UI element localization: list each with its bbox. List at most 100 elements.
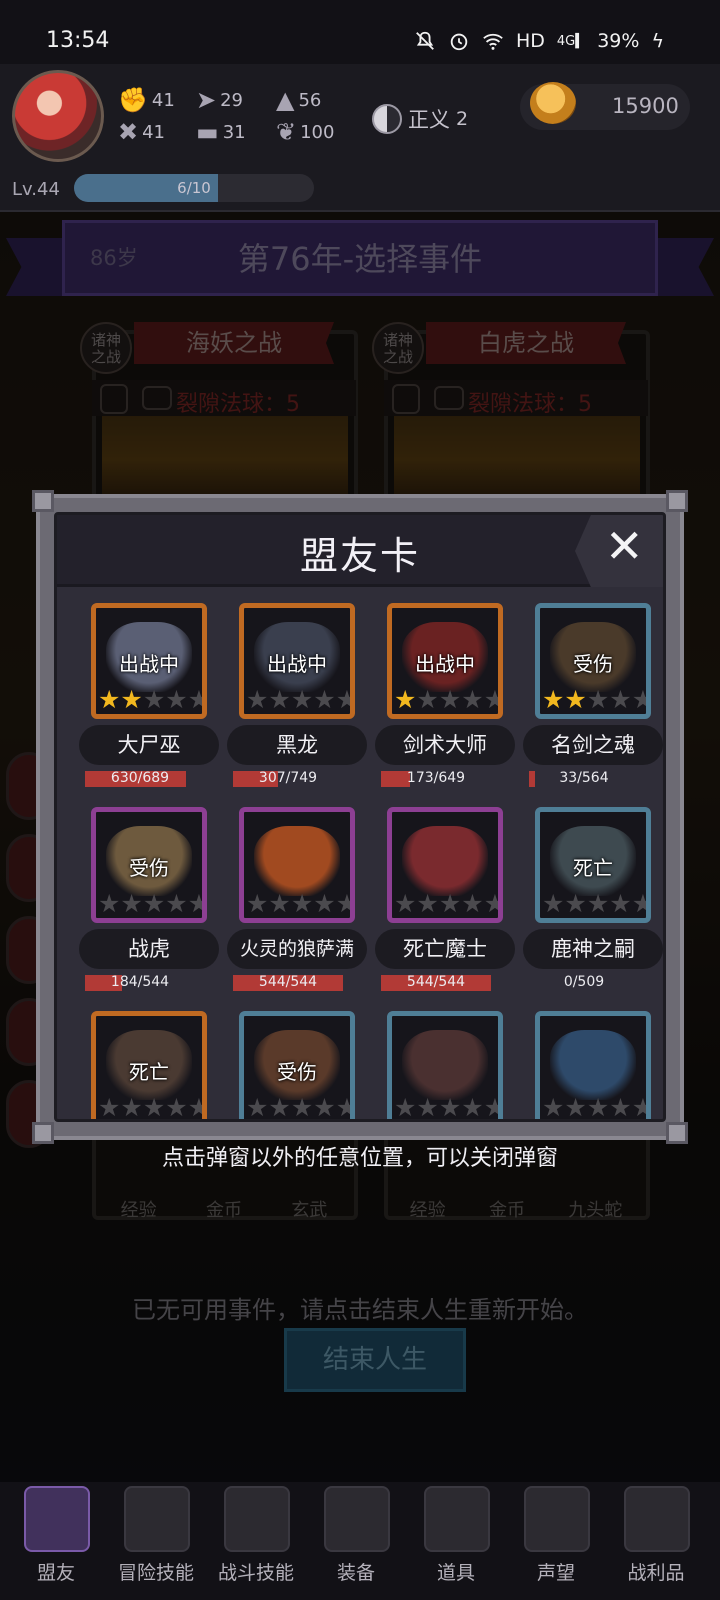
ally-card-modal: 盟友卡 ✕ 出战中★★★★★大尸巫630/689出战中★★★★★黑龙307/74…: [32, 490, 688, 1144]
ally-stars: ★★★★★: [246, 685, 350, 714]
star-icon: ★: [188, 891, 202, 916]
star-icon: ★: [313, 685, 336, 714]
status-bar: 13:54 HD 4G▍ 39% ϟ: [0, 0, 720, 64]
ally-name: 火灵的狼萨满: [227, 929, 367, 969]
ally-stars: ★★★★★: [98, 1093, 202, 1122]
boot-icon: ➤: [196, 86, 217, 114]
tab-equipment[interactable]: 装备: [308, 1482, 404, 1600]
ally-card[interactable]: 死亡★★★★★鹿神之嗣0/509: [523, 807, 663, 1003]
ally-stars: ★★★★★: [246, 891, 350, 916]
star-icon: ★: [586, 1093, 610, 1122]
modal-panel: 盟友卡 ✕ 出战中★★★★★大尸巫630/689出战中★★★★★黑龙307/74…: [54, 512, 666, 1122]
ally-card[interactable]: 受伤★★★★★名剑之魂33/564: [523, 603, 663, 799]
tab-loot[interactable]: 战利品: [608, 1482, 704, 1600]
tab-reputation[interactable]: 声望: [508, 1482, 604, 1600]
ally-portrait: 受伤★★★★★: [91, 807, 207, 923]
ally-card[interactable]: 受伤★★★★★战虎184/544: [79, 807, 219, 1003]
player-level: Lv.44: [12, 179, 60, 200]
star-icon: ★: [246, 1093, 269, 1122]
status-icons: HD 4G▍ 39% ϟ: [414, 30, 664, 52]
ally-portrait: 受伤 ★★★★★: [239, 1011, 355, 1122]
modal-title: 盟友卡: [299, 534, 420, 578]
book-icon: ▬: [196, 118, 219, 146]
star-icon: ★: [416, 1093, 439, 1122]
stat-magic: ▲ 56: [276, 86, 322, 114]
star-icon: ★: [268, 1093, 291, 1122]
star-icon: ★: [120, 889, 143, 918]
ally-stars: ★★★★★: [246, 1093, 350, 1122]
ally-card[interactable]: 受伤 ★★★★★: [227, 1011, 367, 1122]
star-icon: ★: [188, 687, 202, 712]
signal-indicator: 4G▍: [556, 33, 586, 49]
ally-card[interactable]: ★★★★★: [375, 1011, 515, 1122]
tab-adventure-skills[interactable]: 冒险技能: [108, 1482, 204, 1600]
ally-portrait: ★★★★★: [387, 1011, 503, 1122]
ally-status-tag: 出战中: [119, 652, 179, 676]
ally-stars: ★★★★★: [542, 1093, 646, 1122]
star-icon: ★: [165, 1093, 188, 1122]
modal-header: 盟友卡 ✕: [57, 515, 663, 587]
star-icon: ★: [336, 891, 350, 916]
charging-icon: ϟ: [651, 30, 664, 52]
wizard-hat-icon: ▲: [276, 86, 295, 114]
ally-stars: ★★★★★: [98, 889, 202, 918]
wifi-icon: [483, 33, 503, 50]
tab-combat-skills[interactable]: 战斗技能: [208, 1482, 304, 1600]
mute-bell-icon: [416, 31, 434, 50]
ally-stars: ★★★★★: [394, 889, 498, 918]
ally-card[interactable]: 出战中★★★★★黑龙307/749: [227, 603, 367, 799]
ally-card[interactable]: ★★★★★火灵的狼萨满544/544: [227, 807, 367, 1003]
star-icon: ★: [416, 889, 439, 918]
ally-card[interactable]: 出战中★★★★★大尸巫630/689: [79, 603, 219, 799]
close-button[interactable]: ✕: [575, 515, 663, 587]
star-icon: ★: [564, 889, 587, 918]
star-icon: ★: [461, 685, 484, 714]
yin-yang-icon: [372, 104, 402, 134]
ally-hp-text: 33/564: [559, 770, 609, 786]
ally-card[interactable]: ★★★★★: [523, 1011, 663, 1122]
ally-name: 大尸巫: [79, 725, 219, 765]
star-icon: ★: [336, 1095, 350, 1119]
star-icon: ★: [165, 685, 188, 714]
stat-strength: ✊ 41: [118, 86, 175, 114]
crossed-swords-icon: [324, 1486, 390, 1552]
ally-art: [402, 1030, 488, 1100]
stat-agility: ➤ 29: [196, 86, 244, 114]
ally-portrait: 出战中★★★★★: [239, 603, 355, 719]
star-icon: ★: [98, 685, 121, 714]
star-icon: ★: [438, 889, 462, 918]
ally-art: [402, 826, 488, 896]
star-icon: ★: [394, 889, 417, 918]
ally-stars: ★★★★★: [542, 685, 646, 714]
player-hud: ✊ 41 ➤ 29 ▲ 56 ✖ 41 ▬ 31 ❦ 100 正义 2 15900 Lv.4…: [0, 64, 720, 212]
star-icon: ★: [484, 1095, 498, 1119]
ally-name: 鹿神之嗣: [523, 929, 663, 969]
ally-hp-text: 184/544: [110, 974, 170, 990]
ally-hp-text: 0/509: [563, 974, 605, 990]
ally-status-tag: 受伤: [277, 1060, 317, 1084]
star-icon: ★: [564, 1093, 587, 1122]
ally-portrait: ★★★★★: [239, 807, 355, 923]
ally-card[interactable]: ★★★★★ 死亡魔士 544/544: [375, 807, 515, 1003]
player-avatar[interactable]: [12, 70, 104, 162]
xp-bar: 6/10: [74, 174, 314, 202]
star-icon: ★: [336, 687, 350, 712]
star-icon: ★: [542, 1093, 565, 1122]
star-icon: ★: [394, 685, 417, 714]
star-icon: ★: [246, 685, 269, 714]
star-icon: ★: [609, 685, 632, 714]
ally-card[interactable]: 死亡★★★★★: [79, 1011, 219, 1122]
star-icon: ★: [438, 685, 462, 714]
star-icon: ★: [484, 891, 498, 916]
star-icon: ★: [542, 889, 565, 918]
ally-hp-text: 544/544: [406, 974, 466, 990]
ally-portrait: 死亡★★★★★: [91, 1011, 207, 1122]
star-icon: ★: [416, 685, 439, 714]
ally-card[interactable]: 出战中★★★★★剑术大师173/649: [375, 603, 515, 799]
tab-allies[interactable]: 盟友: [8, 1482, 104, 1600]
stat-knowledge: ▬ 31: [196, 118, 246, 146]
star-icon: ★: [290, 1093, 314, 1122]
ally-name: 死亡魔士: [375, 929, 515, 969]
battery-level: 39%: [597, 30, 640, 52]
tab-items[interactable]: 道具: [408, 1482, 504, 1600]
